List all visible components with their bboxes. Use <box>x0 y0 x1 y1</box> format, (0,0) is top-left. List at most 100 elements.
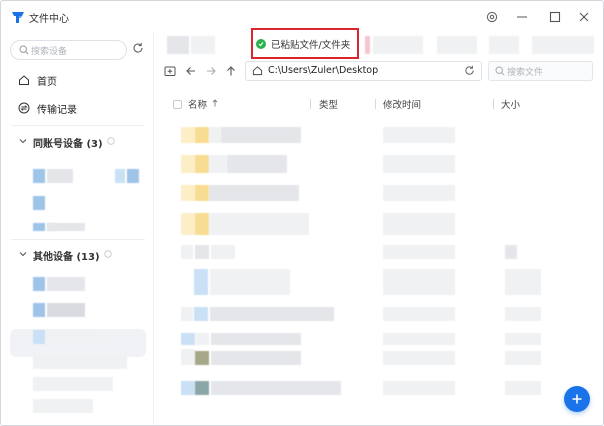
refresh-devices-button[interactable] <box>132 42 144 57</box>
sidebar-item-label: 传输记录 <box>37 104 77 116</box>
file-search-placeholder: 搜索文件 <box>507 68 544 78</box>
file-icon <box>195 381 209 395</box>
file-icon <box>195 185 209 201</box>
device-name[interactable] <box>47 169 73 183</box>
device-name[interactable] <box>33 399 93 413</box>
file-name[interactable] <box>211 351 301 365</box>
refresh-path-button[interactable] <box>464 65 475 79</box>
column-name[interactable]: 名称 <box>173 97 218 111</box>
column-divider[interactable] <box>493 99 494 109</box>
device-tab[interactable] <box>373 36 423 54</box>
device-tab[interactable] <box>191 36 215 54</box>
sidebar-item-transfer-records[interactable]: 传输记录 <box>17 99 77 117</box>
device-tab[interactable] <box>489 36 519 54</box>
file-modified <box>383 381 455 395</box>
file-icon <box>194 307 208 321</box>
device-icon <box>33 196 45 210</box>
file-name[interactable] <box>195 245 209 259</box>
file-icon <box>181 307 193 321</box>
toast-highlight: 已粘贴文件/文件夹 <box>251 28 359 59</box>
settings-icon <box>486 11 498 23</box>
file-search-input[interactable]: 搜索文件 <box>488 61 593 81</box>
device-name[interactable] <box>33 355 127 369</box>
column-name-label: 名称 <box>188 100 208 111</box>
file-icon <box>195 333 209 345</box>
column-divider[interactable] <box>375 99 376 109</box>
file-name[interactable] <box>209 213 309 235</box>
device-search-input[interactable]: 搜索设备 <box>10 40 127 60</box>
device-tab[interactable] <box>532 36 594 54</box>
file-name[interactable] <box>221 127 301 143</box>
file-modified <box>383 307 455 321</box>
device-name[interactable] <box>47 330 99 344</box>
file-icon <box>181 185 195 201</box>
chevron-down-icon <box>19 137 27 148</box>
close-button[interactable] <box>573 7 595 27</box>
device-name[interactable] <box>47 303 85 317</box>
check-circle-icon <box>256 39 266 49</box>
device-name[interactable] <box>47 223 85 231</box>
file-icon <box>181 333 195 345</box>
file-icon <box>181 213 195 235</box>
add-button[interactable] <box>564 386 590 412</box>
maximize-button[interactable] <box>544 7 566 27</box>
file-name[interactable] <box>211 245 235 259</box>
group-same-account[interactable]: 同账号设备 (3) <box>19 134 115 150</box>
help-icon[interactable] <box>103 249 112 261</box>
forward-icon <box>207 67 216 75</box>
file-name[interactable] <box>227 155 287 173</box>
device-search-placeholder: 搜索设备 <box>31 47 68 57</box>
file-name[interactable] <box>209 185 299 201</box>
column-type-label: 类型 <box>319 100 339 111</box>
column-divider[interactable] <box>310 99 311 109</box>
app-title: 文件中心 <box>29 14 69 25</box>
column-size[interactable]: 大小 <box>501 97 520 111</box>
column-modified[interactable]: 修改时间 <box>383 97 421 111</box>
current-path[interactable]: C:\Users\Zuler\Desktop <box>268 65 378 76</box>
device-tab[interactable] <box>365 36 370 54</box>
file-modified <box>383 245 455 259</box>
group-other-devices[interactable]: 其他设备 (13) <box>19 247 112 263</box>
path-bar[interactable]: C:\Users\Zuler\Desktop <box>245 61 482 81</box>
file-name[interactable] <box>211 333 301 345</box>
new-folder-button[interactable] <box>162 63 178 79</box>
file-size <box>505 351 541 365</box>
app-logo-icon <box>12 12 24 23</box>
file-name[interactable] <box>209 127 221 143</box>
forward-button[interactable] <box>203 63 219 79</box>
device-name[interactable] <box>33 377 113 391</box>
refresh-icon <box>465 65 474 75</box>
file-name[interactable] <box>209 155 227 173</box>
device-icon <box>33 303 45 317</box>
minimize-icon <box>517 16 527 18</box>
file-name[interactable] <box>210 269 290 295</box>
file-name[interactable] <box>210 307 334 321</box>
column-type[interactable]: 类型 <box>319 97 338 111</box>
refresh-icon <box>133 43 143 53</box>
file-size <box>505 269 541 295</box>
sidebar-item-home[interactable]: 首页 <box>17 71 57 89</box>
minimize-button[interactable] <box>511 7 533 27</box>
file-icon <box>181 155 195 173</box>
sidebar: 搜索设备 首页 传输记录 同账号设备 (3) 其他设备 (13) <box>1 33 154 425</box>
file-size <box>505 245 517 259</box>
file-name[interactable] <box>211 381 341 395</box>
device-tab[interactable] <box>167 36 189 54</box>
device-name[interactable] <box>47 277 85 291</box>
up-button[interactable] <box>223 63 239 79</box>
home-icon <box>17 73 31 87</box>
device-icon <box>33 169 45 183</box>
transfer-icon <box>17 101 31 115</box>
plus-icon <box>572 394 582 404</box>
back-button[interactable] <box>183 63 199 79</box>
help-icon[interactable] <box>106 136 115 148</box>
device-icon <box>33 223 45 231</box>
file-center-window: 文件中心 搜索设备 首页 传输记录 同账号设备 (3) 其他设备 (13) 已粘… <box>0 0 604 426</box>
settings-button[interactable] <box>481 7 503 27</box>
file-icon <box>195 155 209 173</box>
search-icon <box>495 66 505 76</box>
device-tab[interactable] <box>437 36 477 54</box>
select-all-checkbox[interactable] <box>173 99 182 109</box>
divider <box>11 125 145 126</box>
file-icon <box>181 245 193 259</box>
